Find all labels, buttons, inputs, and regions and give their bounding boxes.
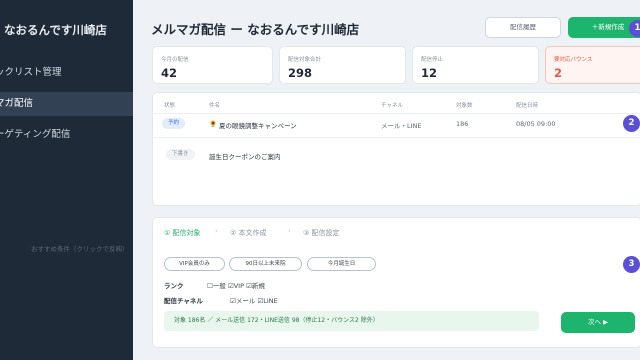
status-badge: 予約: [162, 118, 186, 129]
channel-checkboxes[interactable]: ☑メール ☑LINE: [230, 295, 278, 305]
stat-label: 配信対象合計: [288, 57, 322, 63]
chip-vip-only[interactable]: VIP会員のみ: [164, 257, 225, 271]
stat-value: 42: [161, 66, 178, 80]
rank-checkboxes[interactable]: ☐一般 ☑VIP ☑新規: [207, 280, 265, 290]
sidebar-item-list-management[interactable]: ックリスト管理: [0, 61, 133, 85]
sidebar: なおるんです川崎店 ックリスト管理 マガ配信 ーゲティング配信: [0, 0, 133, 360]
stat-label: 今月の配信: [161, 57, 189, 63]
stat-bounces: 要対応バウンス 2: [545, 46, 640, 84]
stat-value: 2: [554, 66, 563, 80]
sidebar-item-mail-magazine[interactable]: マガ配信: [0, 92, 133, 116]
annotation-marker-2: 2: [623, 115, 640, 132]
stat-value: 12: [421, 66, 438, 80]
stat-monthly-sends: 今月の配信 42: [152, 46, 273, 84]
history-button[interactable]: 配信履歴: [485, 17, 561, 38]
chip-birthday[interactable]: 今月誕生日: [307, 257, 376, 271]
chip-90-days[interactable]: 90日以上未来院: [229, 257, 302, 271]
brand-name: なおるんです川崎店: [4, 23, 107, 37]
header-divider: [153, 113, 640, 114]
annotation-marker-1: 1: [629, 20, 640, 37]
status-badge: 下書き: [166, 149, 195, 160]
step-separator: ›: [288, 227, 291, 235]
campaign-table: 状態 件名 チャネル 対象数 配信日時 予約 🌻 夏の眼鏡調整キャンペーン メー…: [152, 92, 640, 206]
sunflower-icon: 🌻: [209, 120, 218, 128]
wizard-step-settings[interactable]: ③ 配信設定: [303, 228, 340, 238]
sidebar-item-targeting[interactable]: ーゲティング配信: [0, 123, 133, 147]
channel-label: 配信チャネル: [164, 297, 203, 305]
step-separator: ›: [215, 227, 218, 235]
stat-total-targets: 配信対象合計 298: [279, 46, 406, 84]
campaign-subject: 誕生日クーポンのご案内: [209, 153, 281, 161]
campaign-subject: 夏の眼鏡調整キャンペーン: [219, 122, 297, 130]
next-button[interactable]: 次へ ▶: [561, 312, 635, 333]
campaign-count: 186: [456, 120, 469, 128]
page-title: メルマガ配信 ー なおるんです川崎店: [151, 22, 360, 37]
column-header-count: 対象数: [456, 103, 473, 109]
campaign-date: 08/05 09:00: [516, 120, 556, 128]
wizard-step-content[interactable]: ② 本文作成: [230, 228, 267, 238]
recommend-hint: おすすめ条件（クリックで反映）: [31, 245, 129, 253]
column-header-status: 状態: [164, 103, 176, 109]
row-divider: [153, 137, 640, 138]
stat-label: 要対応バウンス: [554, 57, 593, 63]
column-header-date: 配信日時: [516, 103, 539, 109]
annotation-marker-3: 3: [623, 256, 640, 273]
rank-label: ランク: [164, 282, 184, 290]
campaign-channel: メール・LINE: [381, 122, 422, 130]
wizard-step-target[interactable]: ① 配信対象: [164, 228, 201, 238]
stat-label: 配信停止: [421, 57, 444, 63]
target-summary: 対象 186名 ／ メール送信 172・LINE送信 98（停止12・バウンス2…: [164, 311, 539, 331]
stat-unsubscribed: 配信停止 12: [412, 46, 539, 84]
column-header-subject: 件名: [209, 103, 221, 109]
stat-value: 298: [288, 66, 313, 80]
column-header-channel: チャネル: [381, 103, 403, 109]
